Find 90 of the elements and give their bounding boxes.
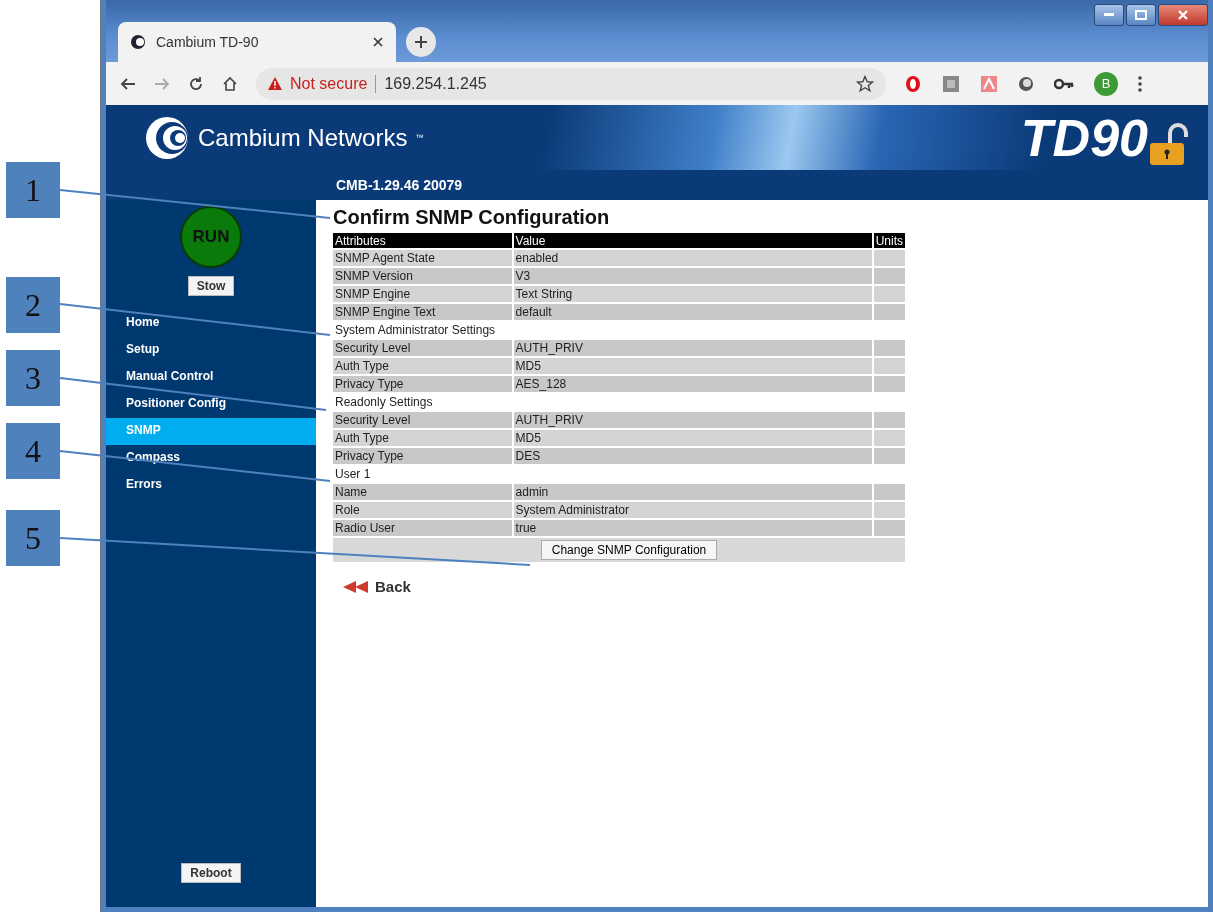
maximize-button[interactable] <box>1126 4 1156 26</box>
table-cell <box>873 520 905 536</box>
back-arrow-icon[interactable] <box>120 75 136 92</box>
callout-label: 2 <box>6 277 60 333</box>
table-cell <box>873 250 905 266</box>
browser-tab[interactable]: Cambium TD-90 <box>118 22 396 62</box>
close-button[interactable] <box>1158 4 1208 26</box>
address-bar[interactable]: Not secure 169.254.1.245 <box>256 67 886 100</box>
new-tab-button[interactable] <box>406 27 436 57</box>
version-label: CMB-1.29.46 20079 <box>336 177 463 193</box>
minimize-icon <box>1104 13 1114 17</box>
table-cell <box>873 304 905 320</box>
extension-icon[interactable] <box>942 74 960 93</box>
table-cell: Security Level <box>333 340 512 356</box>
warning-icon <box>268 77 282 90</box>
nav-item[interactable]: Manual Control <box>106 364 316 391</box>
table-cell <box>873 268 905 284</box>
table-cell: default <box>513 304 872 320</box>
callout-label: 5 <box>6 510 60 566</box>
nav-item[interactable]: Home <box>106 310 316 337</box>
double-arrow-icon <box>343 580 369 593</box>
table-cell: Auth Type <box>333 358 512 374</box>
table-cell <box>873 358 905 374</box>
table-cell: Privacy Type <box>333 376 512 392</box>
home-icon[interactable] <box>222 75 238 92</box>
table-cell: Privacy Type <box>333 448 512 464</box>
padlock-icon[interactable] <box>1148 123 1190 167</box>
table-cell: AUTH_PRIV <box>513 340 872 356</box>
table-cell: Auth Type <box>333 430 512 446</box>
change-configuration-button[interactable]: Change SNMP Configuration <box>540 540 718 560</box>
table-cell: Name <box>333 484 512 500</box>
table-cell: AES_128 <box>513 376 872 392</box>
table-cell <box>873 448 905 464</box>
callout-label: 1 <box>6 162 60 218</box>
extension-icon[interactable] <box>1018 75 1034 92</box>
table-cell: DES <box>513 448 872 464</box>
table-cell: true <box>513 520 872 536</box>
key-icon[interactable] <box>1054 77 1074 90</box>
page-title: Confirm SNMP Configuration <box>333 206 611 229</box>
reload-icon[interactable] <box>188 75 204 92</box>
table-cell <box>873 502 905 518</box>
minimize-button[interactable] <box>1094 4 1124 26</box>
table-cell: V3 <box>513 268 872 284</box>
nav-item[interactable]: Positioner Config <box>106 391 316 418</box>
table-cell <box>873 412 905 428</box>
close-icon <box>1178 10 1188 20</box>
back-link[interactable]: Back <box>343 578 411 595</box>
status-indicator: RUN <box>180 206 242 268</box>
table-cell: SNMP Version <box>333 268 512 284</box>
callout-label: 4 <box>6 423 60 479</box>
trademark-mark: ™ <box>415 133 424 142</box>
column-header: Value <box>513 233 872 248</box>
logo-icon <box>144 114 190 161</box>
table-cell: MD5 <box>513 358 872 374</box>
table-cell: Radio User <box>333 520 512 536</box>
table-cell: MD5 <box>513 430 872 446</box>
table-cell <box>873 286 905 302</box>
plus-icon <box>414 35 428 49</box>
table-cell: enabled <box>513 250 872 266</box>
callout-label: 3 <box>6 350 60 406</box>
table-cell <box>873 430 905 446</box>
menu-icon[interactable] <box>1138 75 1142 92</box>
table-cell <box>873 484 905 500</box>
reboot-button[interactable]: Reboot <box>181 863 241 883</box>
table-cell: Text String <box>513 286 872 302</box>
table-cell: SNMP Engine Text <box>333 304 512 320</box>
logo-icon <box>130 34 146 50</box>
security-warning: Not secure <box>290 74 368 93</box>
table-cell: SNMP Agent State <box>333 250 512 266</box>
table-cell: SNMP Engine <box>333 286 512 302</box>
close-icon[interactable] <box>372 36 384 48</box>
product-name: TD90 <box>1020 107 1148 168</box>
nav-item[interactable]: Errors <box>106 472 316 499</box>
profile-avatar[interactable]: B <box>1094 71 1118 96</box>
table-cell: System Administrator <box>513 502 872 518</box>
table-cell <box>873 340 905 356</box>
table-cell: admin <box>513 484 872 500</box>
nav-item[interactable]: Setup <box>106 337 316 364</box>
column-header: Units <box>873 233 905 248</box>
column-header: Attributes <box>333 233 512 248</box>
star-icon[interactable] <box>856 74 874 93</box>
maximize-icon <box>1135 10 1147 20</box>
table-cell <box>873 376 905 392</box>
extension-icon[interactable] <box>904 74 922 93</box>
table-cell: AUTH_PRIV <box>513 412 872 428</box>
table-cell: Role <box>333 502 512 518</box>
stow-button[interactable]: Stow <box>187 276 235 296</box>
url-text: 169.254.1.245 <box>375 74 848 93</box>
brand-name: Cambium Networks <box>198 123 408 152</box>
table-cell: Security Level <box>333 412 512 428</box>
